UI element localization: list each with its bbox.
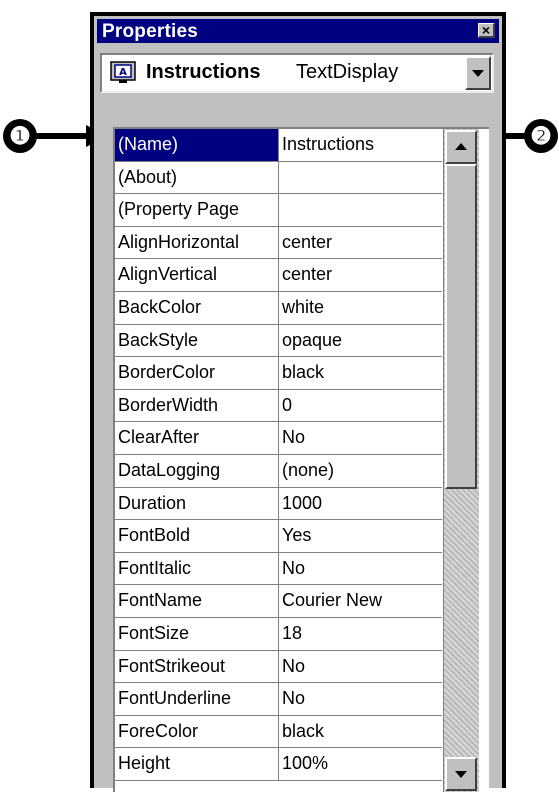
property-name[interactable]: FontStrikeout: [115, 650, 279, 683]
property-row[interactable]: DataLogging (none): [115, 454, 442, 488]
property-row[interactable]: BackColor white: [115, 291, 442, 325]
property-value[interactable]: Instructions: [279, 129, 442, 161]
property-name[interactable]: (Property Page: [115, 194, 279, 226]
property-value[interactable]: 0: [279, 390, 442, 422]
property-row[interactable]: FontItalic No: [115, 552, 442, 586]
property-row[interactable]: Duration 1000: [115, 487, 442, 521]
property-name[interactable]: FontUnderline: [115, 683, 279, 715]
chevron-down-icon: [472, 70, 484, 77]
property-grid: (Name) Instructions (About) (Property Page A…: [113, 127, 489, 792]
property-value[interactable]: opaque: [279, 325, 442, 357]
property-value[interactable]: center: [279, 259, 442, 291]
property-name[interactable]: BackColor: [115, 291, 279, 324]
property-row[interactable]: FontSize 18: [115, 617, 442, 651]
property-value[interactable]: No: [279, 651, 442, 683]
property-value[interactable]: 1000: [279, 488, 442, 520]
property-value[interactable]: Yes: [279, 520, 442, 552]
property-name[interactable]: DataLogging: [115, 454, 279, 487]
property-value[interactable]: 100%: [279, 748, 442, 780]
property-row[interactable]: FontBold Yes: [115, 520, 442, 553]
property-row[interactable]: FontName Courier New: [115, 585, 442, 618]
property-value[interactable]: [279, 194, 442, 226]
property-value[interactable]: Courier New: [279, 585, 442, 617]
property-row[interactable]: FontStrikeout No: [115, 650, 442, 684]
property-name[interactable]: FontSize: [115, 617, 279, 650]
scroll-down-button[interactable]: [445, 757, 477, 791]
scrollbar-thumb[interactable]: [445, 164, 477, 489]
property-value[interactable]: No: [279, 553, 442, 585]
properties-window: Properties × A Instructions TextDisplay …: [90, 12, 506, 792]
close-button[interactable]: ×: [478, 23, 495, 38]
property-value[interactable]: black: [279, 357, 442, 389]
object-name: Instructions: [146, 61, 261, 83]
property-name[interactable]: AlignHorizontal: [115, 226, 279, 259]
property-row[interactable]: ForeColor black: [115, 715, 442, 749]
property-name[interactable]: (Name): [115, 129, 279, 161]
property-row[interactable]: ClearAfter No: [115, 422, 442, 455]
property-row[interactable]: (Property Page: [115, 194, 442, 227]
property-value[interactable]: No: [279, 422, 442, 454]
property-value[interactable]: (none): [279, 455, 442, 487]
scroll-up-button[interactable]: [445, 130, 477, 164]
text-display-icon: A: [110, 61, 136, 83]
property-row[interactable]: FontUnderline No: [115, 683, 442, 716]
property-name[interactable]: FontName: [115, 585, 279, 617]
property-row[interactable]: BorderColor black: [115, 357, 442, 390]
property-row[interactable]: BorderWidth 0: [115, 389, 442, 423]
property-row[interactable]: (Name) Instructions: [115, 129, 442, 162]
callout-marker-2: ❷: [524, 119, 558, 153]
property-row[interactable]: (About): [115, 161, 442, 195]
object-selector[interactable]: A Instructions TextDisplay: [100, 53, 494, 93]
property-name[interactable]: AlignVertical: [115, 259, 279, 291]
property-value[interactable]: white: [279, 292, 442, 324]
property-value[interactable]: black: [279, 716, 442, 748]
property-list: (Name) Instructions (About) (Property Page A…: [115, 129, 442, 781]
property-name[interactable]: BorderColor: [115, 357, 279, 389]
property-value[interactable]: 18: [279, 618, 442, 650]
property-value[interactable]: [279, 162, 442, 194]
object-type: TextDisplay: [296, 61, 399, 83]
property-name[interactable]: FontBold: [115, 520, 279, 552]
property-row[interactable]: BackStyle opaque: [115, 324, 442, 358]
window-title: Properties: [102, 21, 198, 42]
close-icon: ×: [481, 22, 491, 38]
callout-arrow-1: [30, 133, 90, 139]
property-value[interactable]: No: [279, 683, 442, 715]
property-name[interactable]: ForeColor: [115, 715, 279, 748]
property-name[interactable]: ClearAfter: [115, 422, 279, 454]
window-body: Properties × A Instructions TextDisplay …: [94, 16, 502, 792]
title-bar[interactable]: Properties ×: [97, 19, 499, 43]
property-row[interactable]: Height 100%: [115, 748, 442, 781]
property-name[interactable]: BorderWidth: [115, 389, 279, 422]
object-selector-dropdown-button[interactable]: [465, 56, 491, 90]
property-name[interactable]: BackStyle: [115, 324, 279, 357]
scroll-down-icon: [455, 771, 467, 778]
property-name[interactable]: (About): [115, 161, 279, 194]
property-name[interactable]: Height: [115, 748, 279, 780]
property-row[interactable]: AlignHorizontal center: [115, 226, 442, 260]
property-name[interactable]: FontItalic: [115, 552, 279, 585]
scroll-up-icon: [455, 143, 467, 150]
property-row[interactable]: AlignVertical center: [115, 259, 442, 292]
property-name[interactable]: Duration: [115, 487, 279, 520]
svg-text:A: A: [119, 67, 127, 78]
vertical-scrollbar[interactable]: [443, 129, 479, 792]
property-value[interactable]: center: [279, 227, 442, 259]
